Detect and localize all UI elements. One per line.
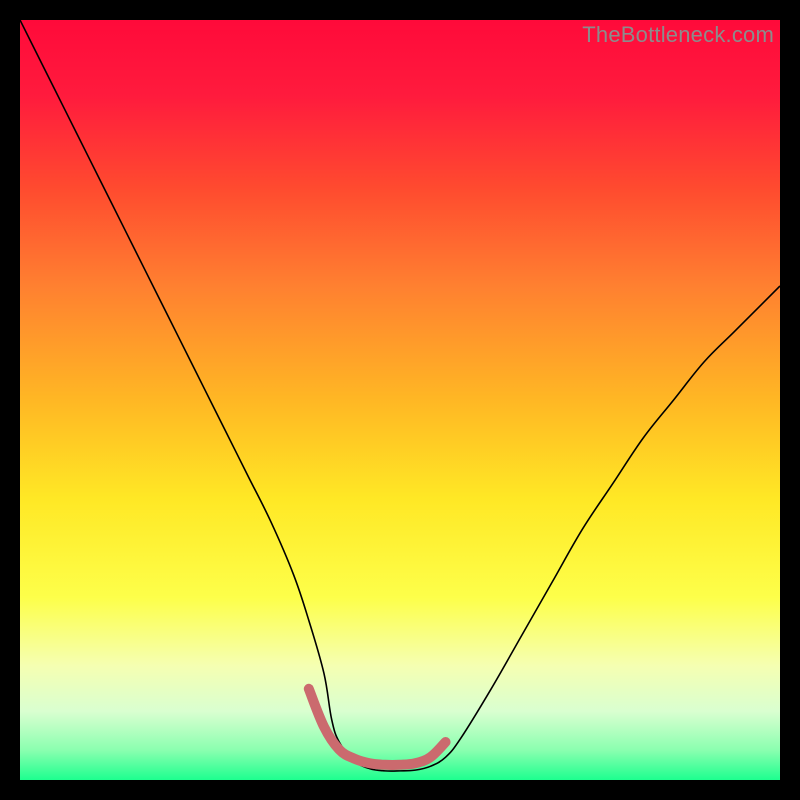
watermark-text: TheBottleneck.com [582,22,774,48]
bottleneck-chart [20,20,780,780]
gradient-background [20,20,780,780]
chart-frame: TheBottleneck.com [20,20,780,780]
